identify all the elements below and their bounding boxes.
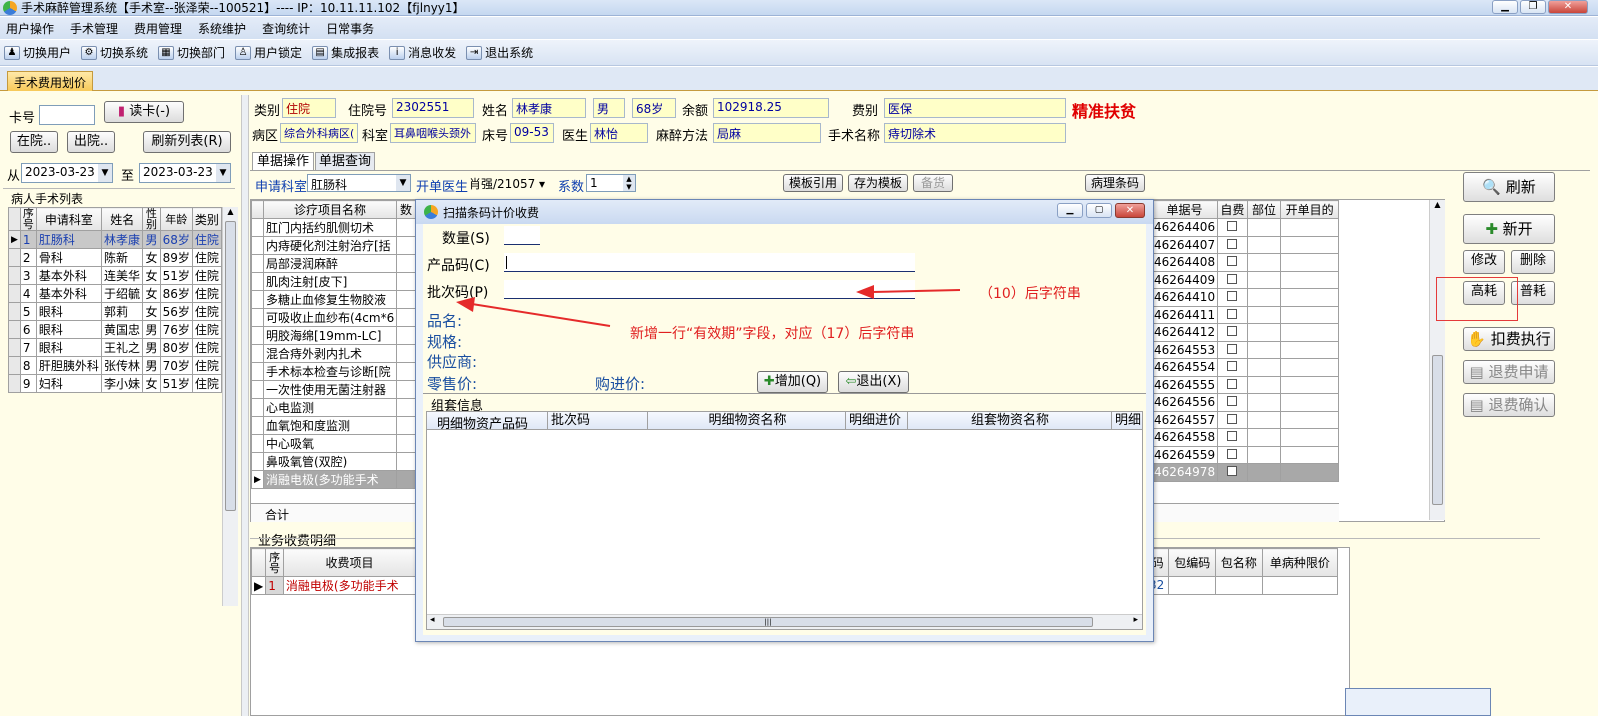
annotation-arrows <box>456 285 961 327</box>
expiry-annotation: 新增一行“有效期”字段，对应（17）后字符串 <box>630 326 915 342</box>
batch-annotation: （10）后字符串 <box>979 286 1081 302</box>
